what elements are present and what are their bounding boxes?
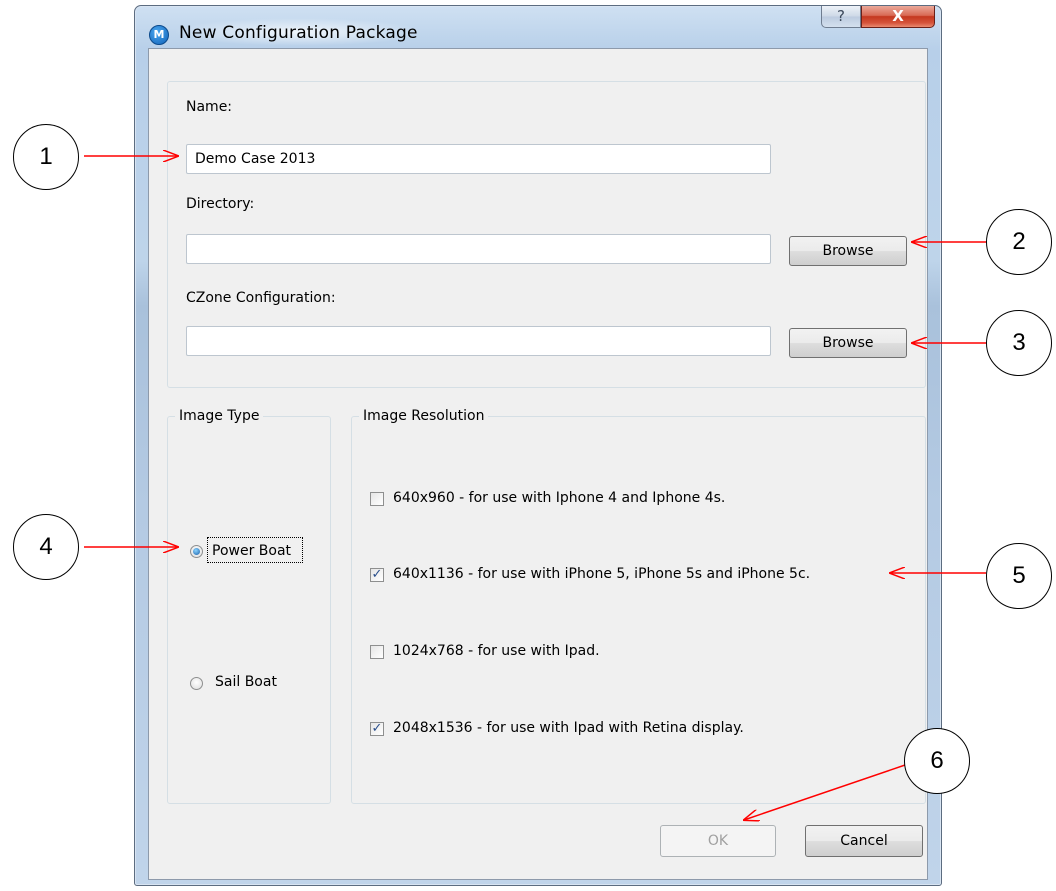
annotation-arrows — [84, 0, 986, 891]
callout-6: 6 — [904, 728, 970, 794]
callout-4: 4 — [13, 514, 79, 580]
callout-1: 1 — [13, 124, 79, 190]
callout-2: 2 — [986, 209, 1052, 275]
callout-5: 5 — [986, 543, 1052, 609]
callout-3: 3 — [986, 310, 1052, 376]
callout-6-arrow — [744, 763, 909, 820]
